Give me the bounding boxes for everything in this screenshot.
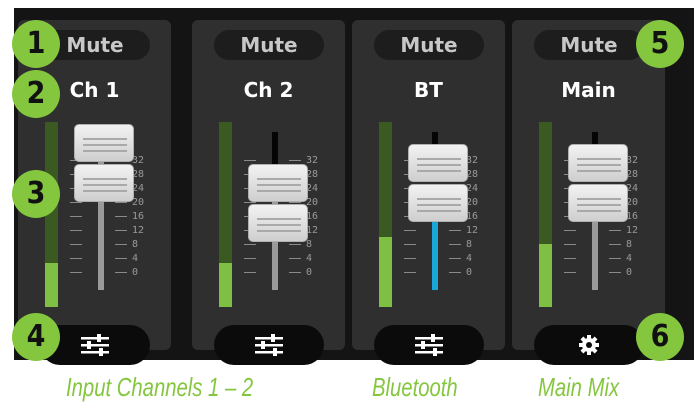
channel-settings-button[interactable] bbox=[374, 325, 484, 365]
meter-fill bbox=[539, 244, 552, 307]
scale-label: 4 bbox=[306, 253, 313, 264]
caption-bluetooth: Bluetooth bbox=[372, 372, 458, 402]
caption-input-channels: Input Channels 1 – 2 bbox=[66, 372, 254, 402]
fader-knob[interactable] bbox=[74, 124, 134, 204]
scale-label: 0 bbox=[306, 267, 313, 278]
meter-fill bbox=[45, 262, 58, 307]
scale-tick: 4 bbox=[70, 252, 162, 266]
scale-tick: 0 bbox=[404, 266, 496, 280]
scale-tick: 12 bbox=[70, 224, 162, 238]
channel-strip-ch2: Mute Ch 2 32 28 24 20 16 12 8 4 0 bbox=[192, 20, 345, 365]
channel-settings-button[interactable] bbox=[214, 325, 324, 365]
scale-label: 12 bbox=[132, 225, 145, 236]
scale-label: 4 bbox=[626, 253, 633, 264]
scale-tick: 8 bbox=[564, 238, 656, 252]
level-meter bbox=[539, 122, 552, 307]
scale-tick: 4 bbox=[564, 252, 656, 266]
scale-tick: 16 bbox=[70, 210, 162, 224]
scale-label: 12 bbox=[466, 225, 479, 236]
scale-label: 4 bbox=[132, 253, 139, 264]
scale-label: 0 bbox=[626, 267, 633, 278]
scale-tick: 0 bbox=[564, 266, 656, 280]
channel-strip-bt: Mute BT 32 28 24 20 16 12 8 4 0 bbox=[352, 20, 505, 365]
mute-button[interactable]: Mute bbox=[374, 30, 484, 60]
scale-label: 8 bbox=[132, 239, 139, 250]
level-meter bbox=[219, 122, 232, 307]
scale-label: 4 bbox=[466, 253, 473, 264]
mute-button[interactable]: Mute bbox=[534, 30, 644, 60]
scale-label: 12 bbox=[626, 225, 639, 236]
mixer-panel: Mute Ch 1 32 28 24 20 16 12 8 4 0 Mute Ch 2 32 28… bbox=[14, 8, 694, 365]
meter-fill bbox=[219, 262, 232, 307]
scale-label: 0 bbox=[466, 267, 473, 278]
meter-fill bbox=[379, 236, 392, 307]
callout-badge-3: 3 bbox=[12, 170, 60, 218]
scale-tick: 12 bbox=[404, 224, 496, 238]
scale-tick: 4 bbox=[404, 252, 496, 266]
channel-name: Main bbox=[561, 78, 616, 102]
scale-tick: 8 bbox=[70, 238, 162, 252]
callout-badge-1: 1 bbox=[12, 20, 60, 68]
scale-tick: 0 bbox=[70, 266, 162, 280]
scale-tick: 0 bbox=[244, 266, 336, 280]
scale-label: 0 bbox=[132, 267, 139, 278]
scale-label: 8 bbox=[466, 239, 473, 250]
main-settings-button[interactable] bbox=[534, 325, 644, 365]
scale-tick: 12 bbox=[564, 224, 656, 238]
caption-main-mix: Main Mix bbox=[538, 372, 620, 402]
fader-knob[interactable] bbox=[408, 144, 468, 224]
fader-knob[interactable] bbox=[568, 144, 628, 224]
callout-badge-5: 5 bbox=[636, 20, 684, 68]
channel-strip-main: Mute Main 32 28 24 20 16 12 8 4 0 bbox=[512, 20, 665, 365]
scale-tick: 8 bbox=[404, 238, 496, 252]
callout-badge-6: 6 bbox=[636, 313, 684, 361]
channel-name: Ch 2 bbox=[243, 78, 294, 102]
callout-badge-2: 2 bbox=[12, 70, 60, 118]
scale-label: 16 bbox=[132, 211, 145, 222]
channel-name: BT bbox=[414, 78, 443, 102]
scale-tick: 4 bbox=[244, 252, 336, 266]
scale-label: 8 bbox=[626, 239, 633, 250]
callout-badge-4: 4 bbox=[12, 313, 60, 361]
fader-knob[interactable] bbox=[248, 164, 308, 244]
mute-button[interactable]: Mute bbox=[214, 30, 324, 60]
level-meter bbox=[379, 122, 392, 307]
